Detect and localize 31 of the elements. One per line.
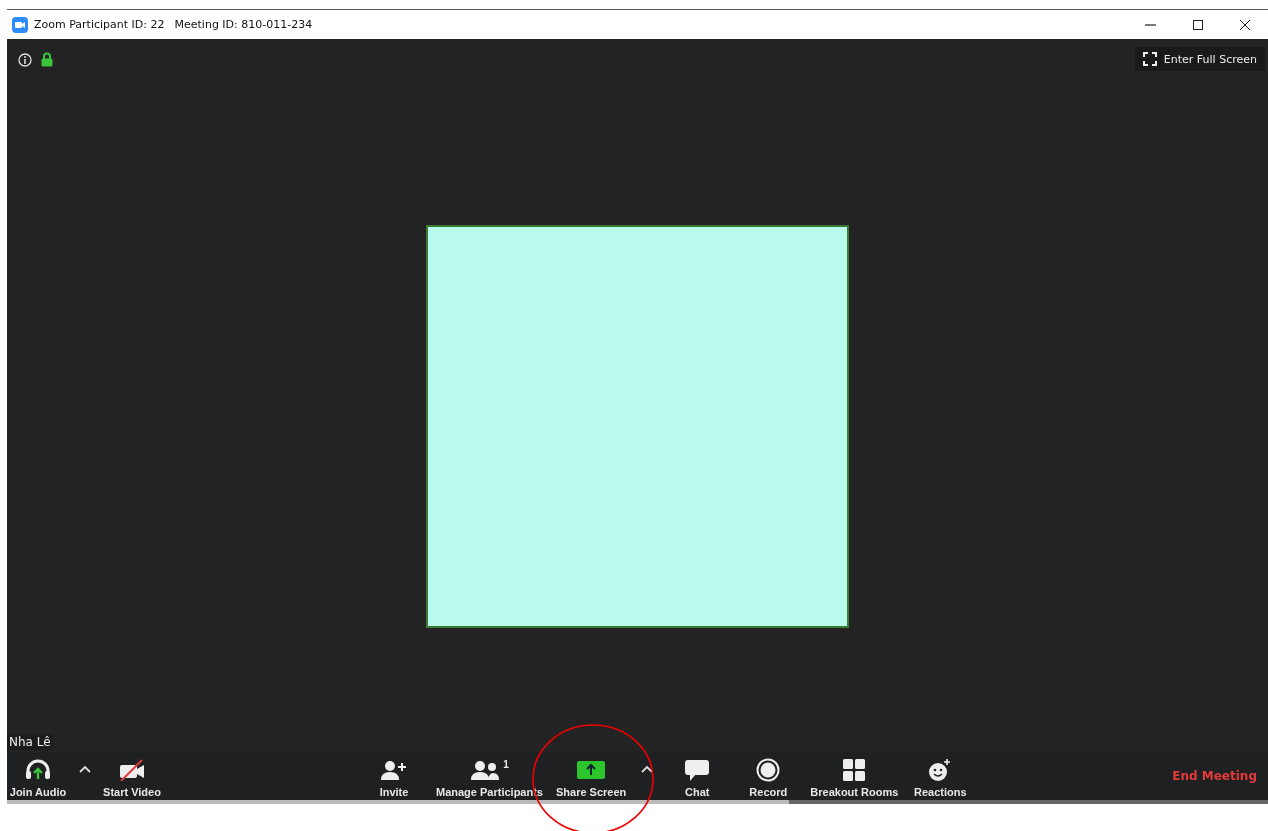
add-person-icon <box>380 759 408 781</box>
share-screen-icon <box>577 760 606 780</box>
caret-icon <box>79 765 91 773</box>
record-icon <box>756 758 781 782</box>
video-button[interactable]: Start Video <box>101 757 163 798</box>
camera-logo-icon <box>12 16 28 33</box>
minimize-icon <box>1145 23 1156 26</box>
breakout-button[interactable]: Breakout Rooms <box>808 757 901 798</box>
caret-icon <box>641 765 654 773</box>
people-icon <box>470 759 501 781</box>
participant-name: Nha Lê <box>7 734 53 750</box>
muted-camera-icon <box>117 759 147 781</box>
meeting-id: Meeting ID: 810-011-234 <box>174 18 313 31</box>
expand-icon <box>1142 52 1157 66</box>
lock-icon[interactable] <box>41 52 53 67</box>
window-title: Zoom Participant ID: 22 <box>34 18 165 31</box>
smiley-icon <box>928 758 953 782</box>
chat-button[interactable]: Chat <box>666 757 729 798</box>
reactions-button[interactable]: Reactions <box>909 757 972 798</box>
chat-bubble-icon <box>684 758 711 782</box>
full-screen-button[interactable]: Enter Full Screen <box>1134 47 1265 71</box>
audio-button[interactable]: Join Audio <box>7 757 69 798</box>
grid-icon <box>843 759 866 781</box>
participant-count: 1 <box>503 759 509 770</box>
headphones-icon <box>24 759 52 781</box>
info-icon[interactable] <box>18 52 32 67</box>
invite-button[interactable]: Invite <box>363 757 425 798</box>
maximize-icon <box>1191 18 1204 31</box>
end-meeting-button[interactable]: End Meeting <box>1166 768 1263 784</box>
record-button[interactable]: Record <box>737 757 800 798</box>
close-icon <box>1238 18 1251 31</box>
